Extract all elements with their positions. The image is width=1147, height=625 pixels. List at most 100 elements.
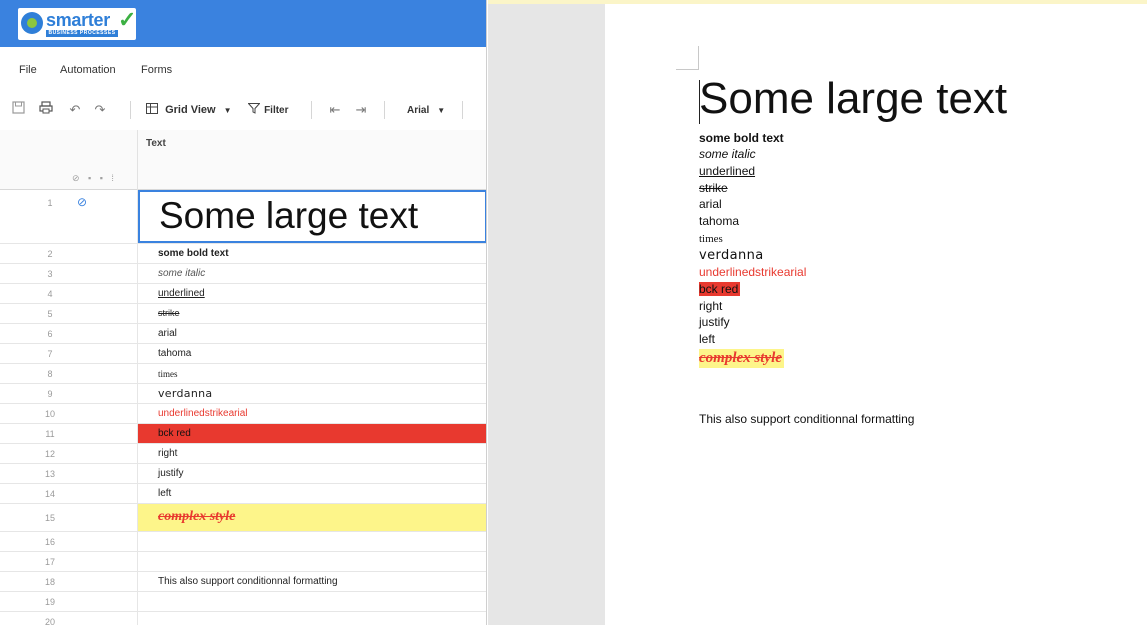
chevron-down-icon: ▼ <box>437 106 446 115</box>
text-cell[interactable]: right <box>138 444 486 463</box>
text-cell[interactable]: justify <box>138 464 486 483</box>
table-row[interactable]: 2 some bold text <box>0 244 486 264</box>
doc-line-verdana: verdanna <box>699 248 764 263</box>
row-number: 2 <box>47 249 53 259</box>
text-cell[interactable]: bck red <box>138 424 486 443</box>
logo-icon <box>21 12 43 34</box>
doc-line-left: left <box>699 332 716 346</box>
row-number-cell: 19 <box>0 592 138 611</box>
text-cell[interactable]: tahoma <box>138 344 486 363</box>
table-row[interactable]: 15 complex style <box>0 504 486 532</box>
font-family-dropdown[interactable]: Arial ▼ <box>407 100 445 120</box>
text-cell[interactable]: some bold text <box>138 244 486 263</box>
row-header-corner: ⊘ ▪ ▪ ⁞ <box>0 130 138 190</box>
table-row[interactable]: 18 This also support conditionnal format… <box>0 572 486 592</box>
row-number: 4 <box>47 289 53 299</box>
column-icons: ⊘ ▪ ▪ ⁞ <box>72 173 117 183</box>
row-number-cell: 14 <box>0 484 138 503</box>
filter-label: Filter <box>264 105 289 116</box>
cell-text: times <box>158 369 178 379</box>
text-cell[interactable]: some italic <box>138 264 486 283</box>
row-number-cell: 16 <box>0 532 138 551</box>
data-grid: ⊘ ▪ ▪ ⁞ Text 1 ⊘ Some large text 2 some … <box>0 130 486 625</box>
doc-line-complex: complex style <box>699 349 784 368</box>
doc-line-bck-red: bck red <box>699 282 741 296</box>
text-cell[interactable]: verdanna <box>138 384 486 403</box>
text-cell[interactable]: This also support conditionnal formattin… <box>138 572 486 591</box>
outdent-icon[interactable]: ⇤ <box>326 100 344 120</box>
doc-line-strike: strike <box>699 181 728 195</box>
checkmark-icon: ✓ <box>118 7 137 32</box>
row-number-cell: 3 <box>0 264 138 283</box>
text-cell[interactable] <box>138 592 486 611</box>
save-icon[interactable] <box>9 100 27 120</box>
cell-text: arial <box>158 328 177 339</box>
cell-text: Some large text <box>159 195 419 236</box>
text-cell[interactable]: arial <box>138 324 486 343</box>
table-row[interactable]: 9 verdanna <box>0 384 486 404</box>
table-row[interactable]: 14 left <box>0 484 486 504</box>
toolbar-divider <box>311 101 312 119</box>
row-number: 1 <box>47 198 53 208</box>
doc-line-arial: arial <box>699 197 722 211</box>
table-row[interactable]: 20 <box>0 612 486 625</box>
indent-icon[interactable]: ⇥ <box>352 100 370 120</box>
doc-footer-text: This also support conditionnal formattin… <box>699 412 915 426</box>
row-number-cell: 7 <box>0 344 138 363</box>
column-header-text[interactable]: Text <box>146 138 166 149</box>
doc-line-underlined: underlined <box>699 164 756 178</box>
text-cell[interactable] <box>138 532 486 551</box>
row-number-cell: 15 <box>0 504 138 531</box>
undo-icon[interactable]: ↶ <box>66 100 84 120</box>
table-row[interactable]: 8 times <box>0 364 486 384</box>
toolbar-divider <box>384 101 385 119</box>
cell-text: This also support conditionnal formattin… <box>158 576 338 587</box>
text-cell[interactable]: left <box>138 484 486 503</box>
table-row[interactable]: 6 arial <box>0 324 486 344</box>
cell-text: right <box>158 448 178 459</box>
text-cell[interactable]: underlined <box>138 284 486 303</box>
doc-line-italic: some italic <box>699 147 756 161</box>
table-row[interactable]: 16 <box>0 532 486 552</box>
cell-text: verdanna <box>158 387 213 400</box>
row-number: 7 <box>47 349 53 359</box>
table-row[interactable]: 10 underlinedstrikearial <box>0 404 486 424</box>
menu-file[interactable]: File <box>19 64 37 76</box>
row-number-cell: 18 <box>0 572 138 591</box>
text-cell[interactable]: underlinedstrikearial <box>138 404 486 423</box>
filter-button[interactable]: Filter <box>247 100 289 120</box>
toolbar-divider <box>130 101 131 119</box>
table-row[interactable]: 5 strike <box>0 304 486 324</box>
selected-cell[interactable]: Some large text <box>138 190 486 243</box>
text-cell[interactable] <box>138 612 486 625</box>
table-row[interactable]: 17 <box>0 552 486 572</box>
grid-view-dropdown[interactable]: Grid View ▼ <box>146 100 232 120</box>
text-cell[interactable]: times <box>138 364 486 383</box>
crop-mark <box>676 69 698 70</box>
menu-automation[interactable]: Automation <box>60 64 116 76</box>
paperclip-icon[interactable]: ⊘ <box>77 195 87 209</box>
table-row[interactable]: 1 ⊘ Some large text <box>0 190 486 244</box>
text-cell[interactable]: complex style <box>138 504 486 531</box>
toolbar-divider <box>462 101 463 119</box>
print-icon[interactable] <box>37 100 55 120</box>
doc-line-times: times <box>699 233 723 245</box>
logo[interactable]: smarter ✓ BUSINESS PROCESSES <box>18 8 136 40</box>
table-row[interactable]: 11 bck red <box>0 424 486 444</box>
row-number-cell: 4 <box>0 284 138 303</box>
table-row[interactable]: 13 justify <box>0 464 486 484</box>
text-cell[interactable]: strike <box>138 304 486 323</box>
table-row[interactable]: 4 underlined <box>0 284 486 304</box>
row-number: 3 <box>47 269 53 279</box>
row-number: 9 <box>47 389 53 399</box>
table-row[interactable]: 3 some italic <box>0 264 486 284</box>
cell-text: some italic <box>158 268 206 279</box>
redo-icon[interactable]: ↷ <box>91 100 109 120</box>
menu-forms[interactable]: Forms <box>141 64 172 76</box>
table-row[interactable]: 12 right <box>0 444 486 464</box>
table-row[interactable]: 7 tahoma <box>0 344 486 364</box>
logo-subtext: BUSINESS PROCESSES <box>46 30 118 37</box>
text-cell[interactable] <box>138 552 486 571</box>
table-row[interactable]: 19 <box>0 592 486 612</box>
cell-text: justify <box>158 468 184 479</box>
